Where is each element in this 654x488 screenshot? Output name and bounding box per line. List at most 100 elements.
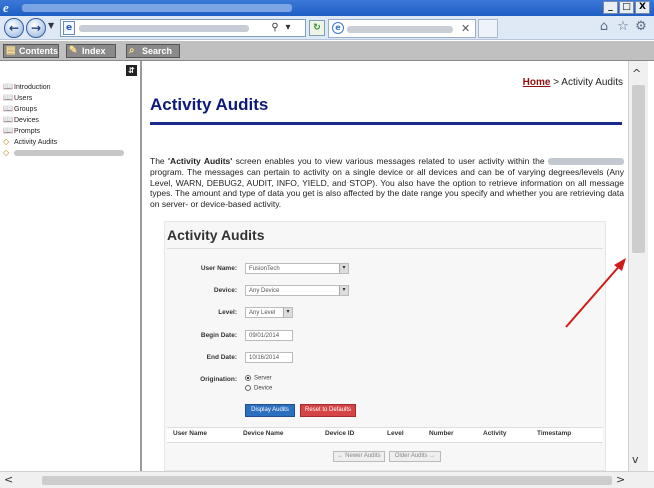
toc-item-label: Groups — [14, 106, 37, 113]
search-icon: ⌕ — [129, 45, 135, 56]
reset-defaults-button[interactable]: Reset to Defaults — [300, 404, 356, 417]
device-select[interactable]: Any Device ▾ — [245, 285, 349, 296]
new-tab-button[interactable] — [478, 19, 498, 38]
search-label: Search — [142, 46, 173, 56]
device-label: Device: — [213, 287, 237, 294]
book-icon: 📖 — [3, 104, 13, 113]
chevron-down-icon: ▾ — [283, 308, 292, 317]
forward-icon[interactable]: → — [26, 18, 46, 38]
address-text-redacted — [79, 25, 249, 32]
toc-item-label: Activity Audits — [14, 139, 58, 146]
contents-tab[interactable]: ▤ Contents — [3, 44, 59, 58]
toc-item-prompts[interactable]: 📖Prompts — [3, 125, 40, 136]
index-tab[interactable]: ✎ Index — [66, 44, 116, 58]
column-header[interactable]: Timestamp — [537, 430, 571, 437]
history-dropdown-icon[interactable]: ▼ — [48, 21, 54, 30]
origination-device-radio[interactable]: Device — [245, 385, 272, 392]
end-date-value: 10/16/2014 — [249, 355, 280, 361]
index-label: Index — [82, 46, 106, 56]
toc-item-groups[interactable]: 📖Groups — [3, 103, 37, 114]
favorites-star-icon[interactable]: ☆ — [615, 19, 631, 35]
toc-item-redacted[interactable]: ◇ — [3, 147, 124, 158]
page-icon: ◇ — [3, 137, 10, 146]
toc-item-label: Devices — [14, 117, 39, 124]
breadcrumb-separator: > — [550, 77, 562, 88]
column-header[interactable]: User Name — [173, 430, 207, 437]
browser-logo-icon: e — [3, 0, 9, 15]
address-dropdown-icon[interactable]: ▾ — [282, 21, 294, 35]
browser-nav-bar: ← → ▼ e ⚲ ▾ ↻ e ✕ ⌂ ☆ ⚙ — [0, 16, 654, 40]
page-icon: e — [63, 21, 75, 35]
toc-item-label: Users — [14, 95, 33, 102]
newer-audits-button[interactable]: ← Newer Audits — [333, 451, 385, 462]
column-header[interactable]: Device Name — [243, 430, 283, 437]
window-title-redacted — [22, 4, 292, 12]
horizontal-scrollbar[interactable]: < > — [0, 471, 654, 488]
toc-item-label: Introduction — [14, 84, 51, 91]
level-label: Level: — [218, 309, 237, 316]
index-icon: ✎ — [69, 45, 78, 56]
horizontal-scroll-thumb[interactable] — [42, 476, 612, 485]
column-header[interactable]: Device ID — [325, 430, 354, 437]
book-icon: 📖 — [3, 93, 13, 102]
breadcrumb-home-link[interactable]: Home — [523, 77, 551, 88]
maximize-button[interactable]: □ — [619, 1, 634, 14]
user-name-select[interactable]: FusionTech ▾ — [245, 263, 349, 274]
window-title-bar: e _ □ X — [0, 0, 654, 16]
close-button[interactable]: X — [635, 1, 650, 14]
screenshot-title: Activity Audits — [167, 227, 265, 243]
toc-item-introduction[interactable]: 📖Introduction — [3, 81, 51, 92]
radio-label: Device — [254, 385, 273, 392]
radio-label: Server — [254, 375, 272, 382]
toc-item-activity-audits[interactable]: ◇ Activity Audits — [3, 136, 57, 147]
intro-paragraph: The 'Activity Audits' screen enables you… — [150, 156, 624, 210]
sync-toc-icon[interactable]: ⇵ — [126, 65, 137, 76]
tab-page-icon: e — [332, 22, 344, 34]
end-date-label: End Date: — [206, 354, 237, 361]
toc-item-devices[interactable]: 📖Devices — [3, 114, 39, 125]
book-icon: ▤ — [6, 45, 16, 56]
user-name-label: User Name: — [200, 265, 237, 272]
refresh-icon[interactable]: ↻ — [309, 20, 325, 36]
column-header[interactable]: Activity — [483, 430, 506, 437]
book-icon: 📖 — [3, 126, 13, 135]
origination-server-radio[interactable]: Server — [245, 375, 272, 382]
tab-close-icon[interactable]: ✕ — [461, 22, 470, 35]
column-header[interactable]: Level — [387, 430, 404, 437]
begin-date-input[interactable]: 09/01/2014 — [245, 330, 293, 341]
scroll-right-icon[interactable]: > — [616, 473, 625, 486]
level-select[interactable]: Any Level ▾ — [245, 307, 293, 318]
intro-text: The — [150, 156, 169, 166]
intro-bold-term: 'Activity Audits' — [168, 156, 233, 166]
page-icon: ◇ — [3, 148, 10, 157]
settings-gear-icon[interactable]: ⚙ — [633, 19, 649, 35]
scroll-up-icon[interactable]: ^ — [632, 67, 641, 80]
begin-date-label: Begin Date: — [200, 332, 237, 339]
end-date-input[interactable]: 10/16/2014 — [245, 352, 293, 363]
title-divider — [150, 122, 622, 125]
origination-label: Origination: — [200, 376, 237, 383]
browser-tab[interactable]: e ✕ — [328, 19, 476, 38]
content-pane: Home > Activity Audits Activity Audits T… — [144, 61, 628, 471]
minimize-button[interactable]: _ — [603, 1, 618, 14]
home-icon[interactable]: ⌂ — [596, 19, 612, 35]
toc-item-users[interactable]: 📖Users — [3, 92, 32, 103]
breadcrumb-current: Activity Audits — [561, 77, 623, 88]
search-tab[interactable]: ⌕ Search — [126, 44, 180, 58]
vertical-scroll-thumb[interactable] — [632, 85, 645, 253]
contents-label: Contents — [19, 46, 58, 56]
begin-date-value: 09/01/2014 — [249, 333, 280, 339]
redacted-product-name — [547, 158, 624, 166]
scroll-left-icon[interactable]: < — [4, 473, 13, 486]
toc-pane: ⇵ 📖Introduction 📖Users 📖Groups 📖Devices … — [0, 61, 142, 471]
older-audits-button[interactable]: Older Audits → — [389, 451, 441, 462]
back-icon[interactable]: ← — [4, 18, 24, 38]
vertical-scrollbar[interactable]: ^ v — [628, 61, 648, 471]
book-icon: 📖 — [3, 115, 13, 124]
scroll-down-icon[interactable]: v — [632, 453, 639, 466]
address-bar[interactable]: e ⚲ ▾ — [60, 19, 306, 37]
display-audits-button[interactable]: Display Audits — [245, 404, 295, 417]
search-icon[interactable]: ⚲ — [269, 21, 281, 35]
screenshot-divider — [167, 248, 603, 249]
column-header[interactable]: Number — [429, 430, 454, 437]
